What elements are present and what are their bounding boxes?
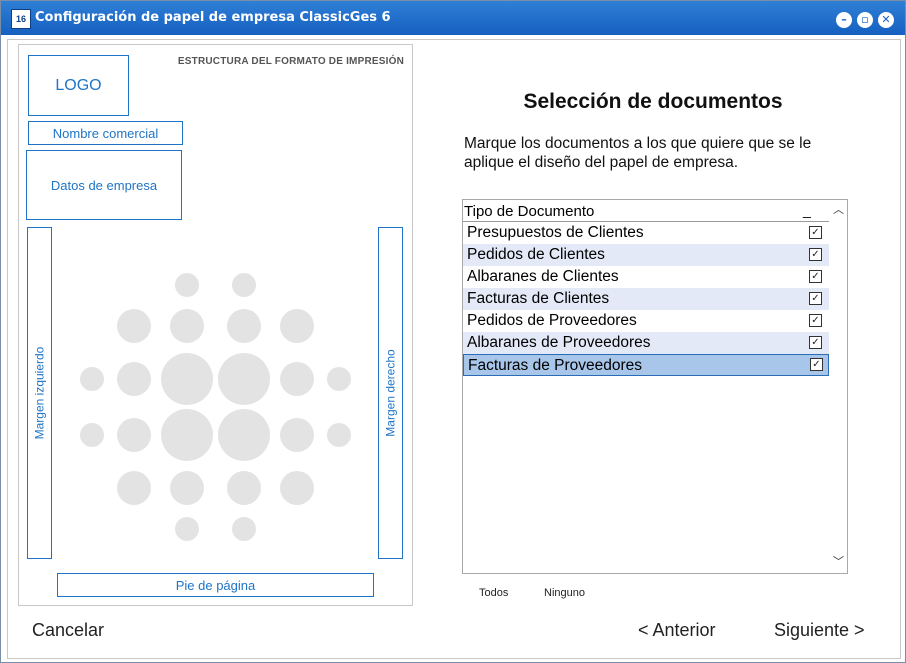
- checkbox[interactable]: ✓: [809, 292, 822, 305]
- list-item[interactable]: Presupuestos de Clientes ✓: [463, 222, 829, 244]
- instructions-text: Marque los documentos a los que quiere q…: [464, 135, 812, 171]
- close-button[interactable]: ✕: [878, 12, 894, 28]
- list-item[interactable]: Albaranes de Clientes ✓: [463, 266, 829, 288]
- list-item-label: Pedidos de Proveedores: [467, 312, 637, 329]
- list-item[interactable]: Pedidos de Proveedores ✓: [463, 310, 829, 332]
- list-item-label: Facturas de Proveedores: [468, 357, 643, 374]
- logo-box: LOGO: [28, 55, 129, 116]
- cancel-button[interactable]: Cancelar: [32, 620, 104, 641]
- previous-button[interactable]: < Anterior: [638, 620, 716, 641]
- list-item-label: Pedidos de Clientes: [467, 246, 605, 263]
- select-none-link[interactable]: Ninguno: [544, 587, 585, 599]
- restore-button[interactable]: ▫: [857, 12, 873, 28]
- select-all-link[interactable]: Todos: [479, 587, 508, 599]
- column-header-tipo[interactable]: Tipo de Documento: [464, 203, 594, 220]
- nombre-comercial-box: Nombre comercial: [28, 121, 183, 145]
- list-item[interactable]: Albaranes de Proveedores ✓: [463, 332, 829, 354]
- title-bar[interactable]: 16 Configuración de papel de empresa Cla…: [1, 1, 905, 35]
- margen-izquierdo-box: Margen izquierdo: [27, 227, 52, 559]
- list-item-label: Presupuestos de Clientes: [467, 224, 644, 241]
- checkbox[interactable]: ✓: [809, 226, 822, 239]
- checkbox[interactable]: ✓: [810, 358, 823, 371]
- column-header-check[interactable]: _: [803, 202, 811, 218]
- checkbox[interactable]: ✓: [809, 270, 822, 283]
- page-title: Selección de documentos: [523, 90, 783, 113]
- list-item-selected[interactable]: Facturas de Proveedores ✓: [463, 354, 829, 376]
- margen-izquierdo-label: Margen izquierdo: [32, 346, 47, 440]
- list-item-label: Albaranes de Clientes: [467, 268, 619, 285]
- print-format-preview: ESTRUCTURA DEL FORMATO DE IMPRESIÓN LOGO…: [18, 44, 413, 606]
- window-title: Configuración de papel de empresa Classi…: [35, 10, 391, 25]
- list-item[interactable]: Pedidos de Clientes ✓: [463, 244, 829, 266]
- checkbox[interactable]: ✓: [809, 314, 822, 327]
- next-button[interactable]: Siguiente >: [774, 620, 865, 641]
- scroll-down-icon[interactable]: ﹀: [830, 554, 847, 571]
- margen-derecho-box: Margen derecho: [378, 227, 403, 559]
- datos-empresa-box: Datos de empresa: [26, 150, 182, 220]
- list-item-label: Facturas de Clientes: [467, 290, 610, 307]
- checkbox[interactable]: ✓: [809, 336, 822, 349]
- list-header: Tipo de Documento _: [463, 200, 829, 222]
- margen-derecho-label: Margen derecho: [383, 349, 398, 437]
- pie-pagina-box: Pie de página: [57, 573, 374, 597]
- scroll-up-icon[interactable]: ︿: [830, 202, 847, 219]
- app-icon: 16: [11, 9, 31, 29]
- minimize-button[interactable]: –: [836, 12, 852, 28]
- list-item-label: Albaranes de Proveedores: [467, 334, 651, 351]
- document-list[interactable]: Tipo de Documento _ Presupuestos de Clie…: [462, 199, 848, 574]
- list-item[interactable]: Facturas de Clientes ✓: [463, 288, 829, 310]
- vertical-scrollbar[interactable]: ︿ ﹀: [830, 200, 847, 573]
- checkbox[interactable]: ✓: [809, 248, 822, 261]
